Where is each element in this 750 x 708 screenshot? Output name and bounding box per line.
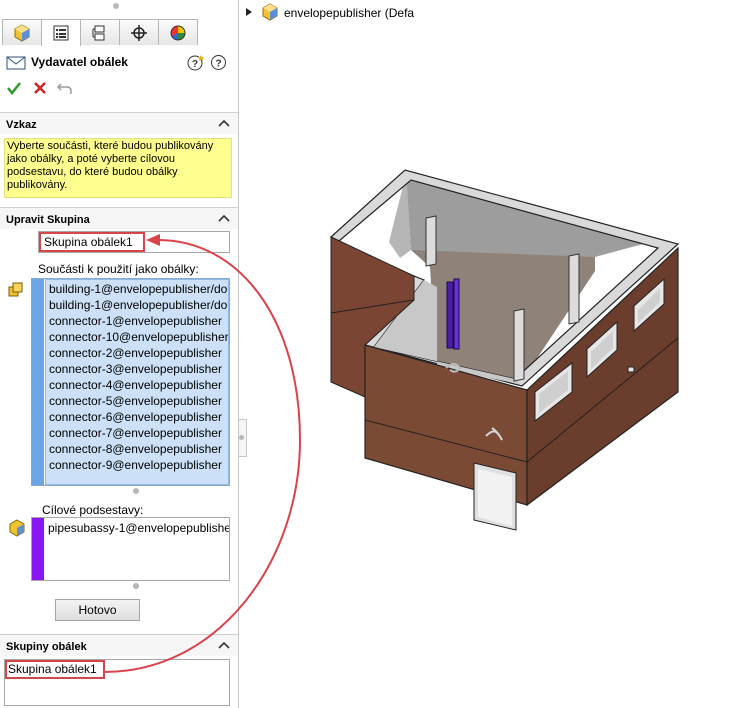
tab-configuration-manager[interactable] xyxy=(80,19,120,45)
components-selection-box[interactable]: building-1@envelopepublisher/do building-… xyxy=(31,278,230,486)
whats-wrong-help-icon[interactable]: ? xyxy=(187,54,204,74)
message-section-header[interactable]: Vzkaz xyxy=(0,112,238,134)
assembly-icon xyxy=(14,23,30,42)
root-assembly-label: envelopepublisher (Defa xyxy=(284,6,415,20)
ok-check-icon[interactable] xyxy=(6,80,22,99)
list-item[interactable]: connector-1@envelopepublisher xyxy=(46,313,228,329)
list-item[interactable]: connector-7@envelopepublisher xyxy=(46,425,228,441)
tab-feature-manager[interactable] xyxy=(2,19,42,45)
target-subassemblies-label: Cílové podsestavy: xyxy=(42,503,144,517)
panel-collapse-handle[interactable] xyxy=(239,419,247,457)
edit-group-heading: Upravit Skupina xyxy=(6,214,90,226)
manager-tabs xyxy=(2,19,198,46)
property-manager-panel: Vydavatel obálek ? ? Vzkaz Vyberte součá… xyxy=(0,0,239,708)
expand-arrow-icon[interactable] xyxy=(245,7,253,17)
panel-resize-grip[interactable] xyxy=(113,3,119,9)
chevron-up-icon xyxy=(218,641,230,649)
message-heading: Vzkaz xyxy=(6,119,37,131)
page-title: Vydavatel obálek xyxy=(31,55,128,69)
feature-tree-root[interactable]: envelopepublisher (Defa xyxy=(243,3,543,21)
components-color-swatch xyxy=(32,279,44,485)
list-item[interactable]: connector-8@envelopepublisher xyxy=(46,441,228,457)
list-item[interactable]: pipesubassy-1@envelopepublisher xyxy=(45,520,229,536)
list-resize-grip[interactable] xyxy=(133,583,139,589)
group-name-field[interactable]: Skupina obálek1 xyxy=(38,231,230,253)
envelope-groups-section-header[interactable]: Skupiny obálek xyxy=(0,634,238,656)
building-model xyxy=(329,169,680,531)
property-list-icon xyxy=(53,25,69,41)
envelope-icon xyxy=(6,56,26,70)
cancel-x-icon[interactable] xyxy=(32,80,48,99)
target-color-swatch xyxy=(32,518,44,580)
list-item[interactable]: connector-10@envelopepublisher xyxy=(46,329,228,345)
tab-display-manager[interactable] xyxy=(158,19,198,45)
target-selection-box[interactable]: pipesubassy-1@envelopepublisher xyxy=(31,517,230,581)
list-item[interactable]: building-1@envelopepublisher/do xyxy=(46,297,228,313)
tab-property-manager[interactable] xyxy=(41,19,81,46)
target-list[interactable]: pipesubassy-1@envelopepublisher xyxy=(45,518,229,580)
crosshair-icon xyxy=(131,24,147,41)
property-manager-header: Vydavatel obálek ? ? xyxy=(6,54,234,72)
list-item[interactable]: connector-5@envelopepublisher xyxy=(46,393,228,409)
list-item[interactable]: building-1@envelopepublisher/do xyxy=(46,281,228,297)
list-resize-grip[interactable] xyxy=(133,488,139,494)
list-item[interactable]: connector-9@envelopepublisher xyxy=(46,457,228,473)
target-assembly-icon xyxy=(8,519,26,540)
message-text: Vyberte součásti, které budou publikován… xyxy=(4,138,232,198)
chevron-up-icon xyxy=(218,214,230,222)
envelope-groups-heading: Skupiny obálek xyxy=(6,641,87,653)
action-buttons xyxy=(6,80,106,98)
configuration-icon xyxy=(92,25,105,40)
help-icon[interactable]: ? xyxy=(210,54,227,74)
svg-text:?: ? xyxy=(215,59,221,70)
done-button[interactable]: Hotovo xyxy=(55,599,140,621)
components-selection-icon xyxy=(7,281,25,302)
tab-dimxpert-manager[interactable] xyxy=(119,19,159,45)
list-item[interactable]: Skupina obálek1 xyxy=(8,662,97,676)
components-label: Součásti k použití jako obálky: xyxy=(38,262,199,276)
undo-icon[interactable] xyxy=(56,80,74,99)
list-item[interactable]: connector-4@envelopepublisher xyxy=(46,377,228,393)
svg-text:?: ? xyxy=(192,59,198,70)
edit-group-section-header[interactable]: Upravit Skupina xyxy=(0,207,238,229)
assembly-icon xyxy=(262,3,278,21)
handle-dot xyxy=(239,435,244,440)
display-manager-icon xyxy=(170,25,186,40)
envelope-groups-list[interactable]: Skupina obálek1 xyxy=(4,659,230,706)
chevron-up-icon xyxy=(218,119,230,127)
list-item[interactable]: connector-3@envelopepublisher xyxy=(46,361,228,377)
list-item[interactable]: connector-2@envelopepublisher xyxy=(46,345,228,361)
components-list[interactable]: building-1@envelopepublisher/do building-… xyxy=(45,279,229,485)
list-item[interactable]: connector-6@envelopepublisher xyxy=(46,409,228,425)
